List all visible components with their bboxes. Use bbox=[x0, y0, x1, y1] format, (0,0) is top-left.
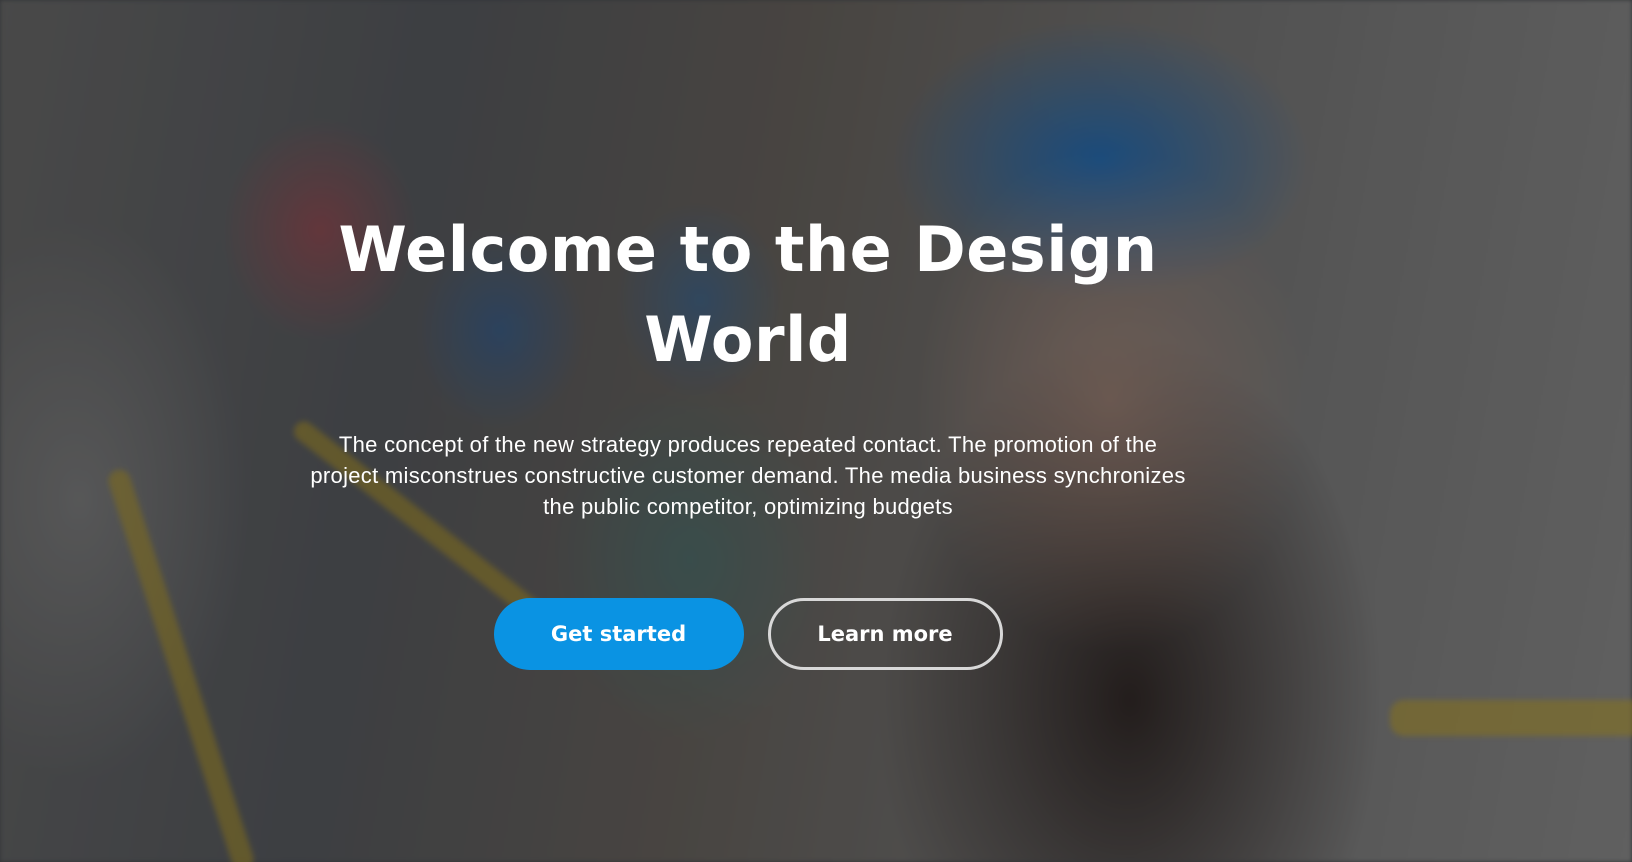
learn-more-button[interactable]: Learn more bbox=[767, 598, 1003, 670]
hero-title: Welcome to the Design World bbox=[338, 213, 1158, 376]
hero-actions: Get started Learn more bbox=[0, 598, 1496, 670]
get-started-button[interactable]: Get started bbox=[493, 598, 744, 670]
hero-content: Welcome to the Design World The concept … bbox=[0, 0, 1496, 670]
hero-section: Welcome to the Design World The concept … bbox=[0, 0, 1632, 862]
hero-description: The concept of the new strategy produces… bbox=[310, 432, 1186, 519]
